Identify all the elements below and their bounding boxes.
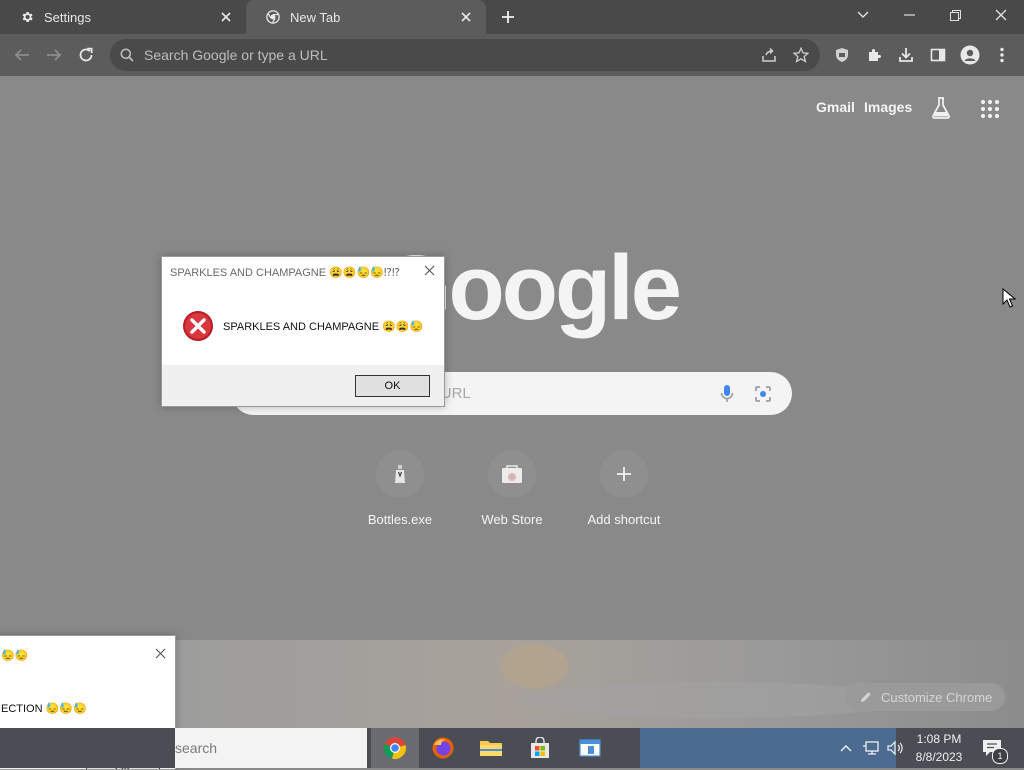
tab-settings-label: Settings [44, 9, 91, 25]
firefox-icon [431, 736, 455, 760]
gmail-link[interactable]: Gmail [816, 99, 855, 115]
labs-flask-icon[interactable] [929, 96, 953, 120]
new-tab-button[interactable] [494, 3, 522, 31]
tab-new-tab[interactable]: New Tab [246, 0, 486, 34]
ok-button[interactable]: OK [355, 375, 430, 397]
close-icon[interactable] [424, 265, 435, 276]
window-close-button[interactable] [978, 0, 1024, 30]
folder-icon [479, 738, 503, 758]
volume-icon[interactable] [884, 728, 906, 768]
shortcut-add[interactable]: Add shortcut [568, 448, 680, 538]
images-link[interactable]: Images [864, 99, 912, 115]
browser-toolbar [0, 34, 1024, 76]
apps-grid-icon[interactable] [980, 99, 1000, 119]
puzzle-extensions-icon[interactable] [858, 34, 890, 76]
plus-icon [600, 450, 648, 498]
shortcut-web-store[interactable]: Web Store [456, 448, 568, 538]
taskbar-search-placeholder: search [175, 740, 218, 756]
back-arrow-icon[interactable] [6, 34, 38, 76]
pencil-icon [859, 690, 873, 704]
taskbar-wallpaper-strip [640, 728, 896, 768]
shortcut-label: Add shortcut [587, 512, 661, 527]
omnibox-input[interactable] [142, 46, 706, 64]
taskbar-file-explorer[interactable] [467, 728, 515, 768]
web-store-icon [488, 450, 536, 498]
microphone-icon[interactable] [720, 384, 734, 404]
close-icon[interactable] [155, 648, 166, 659]
chrome-icon [266, 10, 280, 24]
shield-extension-icon[interactable] [826, 34, 858, 76]
chevron-up-icon[interactable] [836, 728, 856, 768]
tab-new-tab-label: New Tab [290, 9, 341, 25]
shortcut-label: Bottles.exe [367, 512, 433, 527]
taskbar-chrome[interactable] [371, 728, 419, 768]
download-icon[interactable] [890, 34, 922, 76]
clock-time: 1:08 PM [916, 732, 962, 746]
window-app-icon [579, 739, 601, 757]
dialog-body: SPARKLES AND CHAMPAGNE 😩😩😓 [162, 287, 444, 365]
side-panel-icon[interactable] [922, 34, 954, 76]
taskbar-firefox[interactable] [419, 728, 467, 768]
network-icon[interactable] [860, 728, 882, 768]
notification-count-badge: 1 [992, 748, 1008, 764]
shortcut-label: Web Store [481, 512, 543, 527]
chrome-icon [383, 736, 407, 760]
kebab-menu-icon[interactable] [986, 34, 1018, 76]
reload-icon[interactable] [70, 34, 102, 76]
shortcut-bottles[interactable]: Bottles.exe [344, 448, 456, 538]
error-icon [182, 310, 214, 342]
taskbar-store[interactable] [516, 728, 564, 768]
dialog-title: SPARKLES AND CHAMPAGNE 😩😩😓😓⁉⁉ [162, 257, 444, 287]
share-icon[interactable] [761, 47, 777, 63]
omnibox[interactable] [110, 39, 820, 71]
restore-button[interactable] [932, 0, 978, 30]
taskbar-clock[interactable]: 1:08 PM 8/8/2023 [904, 730, 974, 768]
error-dialog: SPARKLES AND CHAMPAGNE 😩😩😓😓⁉⁉ SPARKLES A… [161, 256, 445, 407]
customize-chrome-button[interactable]: Customize Chrome [845, 683, 1005, 711]
mouse-cursor-icon [1002, 288, 1016, 308]
close-icon[interactable] [452, 3, 480, 31]
close-icon[interactable] [212, 3, 240, 31]
taskbar-search[interactable]: search [175, 728, 367, 768]
dialog-title: 😓😓 [0, 636, 175, 674]
lens-camera-icon[interactable] [754, 385, 772, 403]
tab-settings[interactable]: Settings [0, 0, 246, 34]
bottles-app-icon [376, 450, 424, 498]
dialog-message: SPARKLES AND CHAMPAGNE 😩😩😓 [223, 321, 424, 333]
clock-date: 8/8/2023 [915, 750, 963, 764]
taskbar-window-app[interactable] [566, 728, 614, 768]
dialog-message: ECTION 😓😓😓 [1, 703, 87, 715]
search-icon [120, 48, 134, 62]
store-bag-icon [529, 737, 551, 759]
tab-search-chevron-icon[interactable] [840, 0, 886, 30]
bookmark-star-icon[interactable] [793, 47, 809, 63]
forward-arrow-icon[interactable] [38, 34, 70, 76]
minimize-button[interactable] [886, 0, 932, 30]
profile-avatar-icon[interactable] [954, 34, 986, 76]
customize-chrome-label: Customize Chrome [881, 689, 993, 705]
gear-icon [20, 10, 34, 24]
